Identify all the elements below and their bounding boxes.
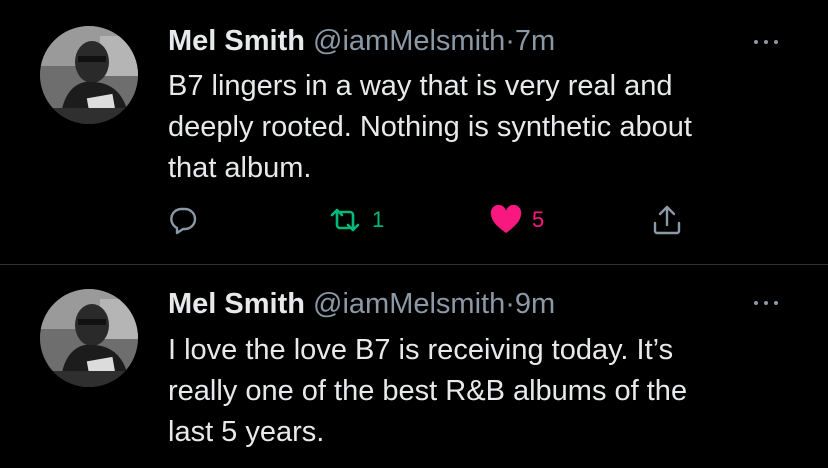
- tweet[interactable]: Mel Smith @iamMelsmith·9m I love the lov…: [0, 265, 828, 468]
- tweet-text-line: deeply rooted. Nothing is synthetic abou…: [168, 111, 692, 143]
- tweet-timestamp[interactable]: 9m: [515, 288, 555, 320]
- avatar-photo: [40, 26, 138, 124]
- avatar[interactable]: [40, 289, 138, 387]
- retweet-button[interactable]: 1: [328, 204, 384, 236]
- reply-icon: [170, 207, 197, 235]
- share-icon: [653, 205, 681, 235]
- tweet-text-line: that album.: [168, 152, 312, 184]
- tweet-text: B7 lingers in a way that is very real an…: [168, 66, 768, 189]
- tweet-text: I love the love B7 is receiving today. I…: [168, 330, 768, 453]
- heart-icon: [490, 205, 522, 233]
- tweet-text-line: I love the love B7 is receiving today. I…: [168, 334, 674, 366]
- share-button[interactable]: [652, 204, 682, 236]
- avatar[interactable]: [40, 26, 138, 124]
- author-handle[interactable]: @iamMelsmith: [313, 25, 505, 57]
- tweet-text-line: B7 lingers in a way that is very real an…: [168, 70, 673, 102]
- author-handle[interactable]: @iamMelsmith: [313, 288, 505, 320]
- like-button[interactable]: 5: [490, 204, 544, 236]
- author-name[interactable]: Mel Smith: [168, 25, 305, 57]
- tweet[interactable]: Mel Smith @iamMelsmith·7m B7 lingers in …: [0, 0, 828, 264]
- tweet-text-line: last 5 years.: [168, 416, 325, 448]
- separator-dot: ·: [505, 288, 515, 320]
- more-options-icon[interactable]: [752, 299, 780, 307]
- retweet-icon: [330, 208, 360, 232]
- more-options-icon[interactable]: [752, 38, 780, 46]
- like-count: 5: [532, 207, 545, 232]
- separator-dot: ·: [505, 25, 515, 57]
- tweet-timestamp[interactable]: 7m: [515, 25, 555, 57]
- reply-button[interactable]: [168, 204, 198, 236]
- tweet-actions: 1 5: [168, 204, 728, 236]
- tweet-header: Mel Smith @iamMelsmith·9m: [168, 285, 555, 323]
- avatar-photo: [40, 289, 138, 387]
- author-name[interactable]: Mel Smith: [168, 288, 305, 320]
- tweet-header: Mel Smith @iamMelsmith·7m: [168, 22, 555, 60]
- retweet-count: 1: [372, 207, 385, 232]
- tweet-text-line: really one of the best R&B albums of the: [168, 375, 688, 407]
